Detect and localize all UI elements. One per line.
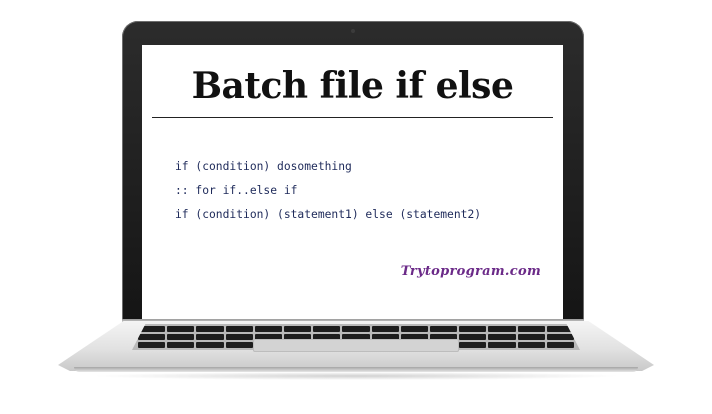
- laptop-lid: Batch file if else if (condition) dosome…: [122, 21, 584, 321]
- key-cap: [459, 326, 487, 332]
- key-cap: [400, 326, 428, 332]
- key-cap: [488, 342, 516, 348]
- key-cap: [342, 326, 370, 332]
- key-cap: [167, 342, 195, 348]
- camera-icon: [351, 29, 355, 33]
- key-cap: [225, 334, 253, 340]
- key-cap: [254, 326, 282, 332]
- key-cap: [313, 326, 341, 332]
- key-cap: [488, 334, 516, 340]
- laptop-screen: Batch file if else if (condition) dosome…: [142, 45, 563, 321]
- key-cap: [546, 334, 574, 340]
- key-cap: [488, 326, 516, 332]
- key-cap: [196, 334, 224, 340]
- key-cap: [284, 326, 312, 332]
- laptop-illustration: Batch file if else if (condition) dosome…: [0, 0, 712, 414]
- key-cap: [167, 334, 195, 340]
- brand-watermark: Trytoprogram.com: [400, 264, 541, 279]
- key-cap: [225, 342, 253, 348]
- title-divider: [152, 117, 553, 118]
- trackpad: [253, 339, 459, 352]
- key-cap: [371, 326, 399, 332]
- key-cap: [517, 326, 545, 332]
- key-cap: [196, 326, 224, 332]
- code-line: if (condition) (statement1) else (statem…: [175, 208, 482, 221]
- key-cap: [167, 326, 195, 332]
- key-cap: [430, 326, 458, 332]
- key-cap: [459, 342, 487, 348]
- key-cap: [546, 342, 574, 348]
- slide-title: Batch file if else: [191, 65, 514, 107]
- key-cap: [225, 326, 253, 332]
- key-cap: [517, 342, 545, 348]
- key-cap: [138, 342, 166, 348]
- code-line: :: for if..else if: [175, 184, 298, 197]
- laptop-shadow: [90, 372, 622, 380]
- key-cap: [517, 334, 545, 340]
- key-cap: [459, 334, 487, 340]
- key-cap: [196, 342, 224, 348]
- key-cap: [138, 334, 166, 340]
- code-block: if (condition) dosomething :: for if..el…: [175, 155, 481, 227]
- code-line: if (condition) dosomething: [175, 160, 352, 173]
